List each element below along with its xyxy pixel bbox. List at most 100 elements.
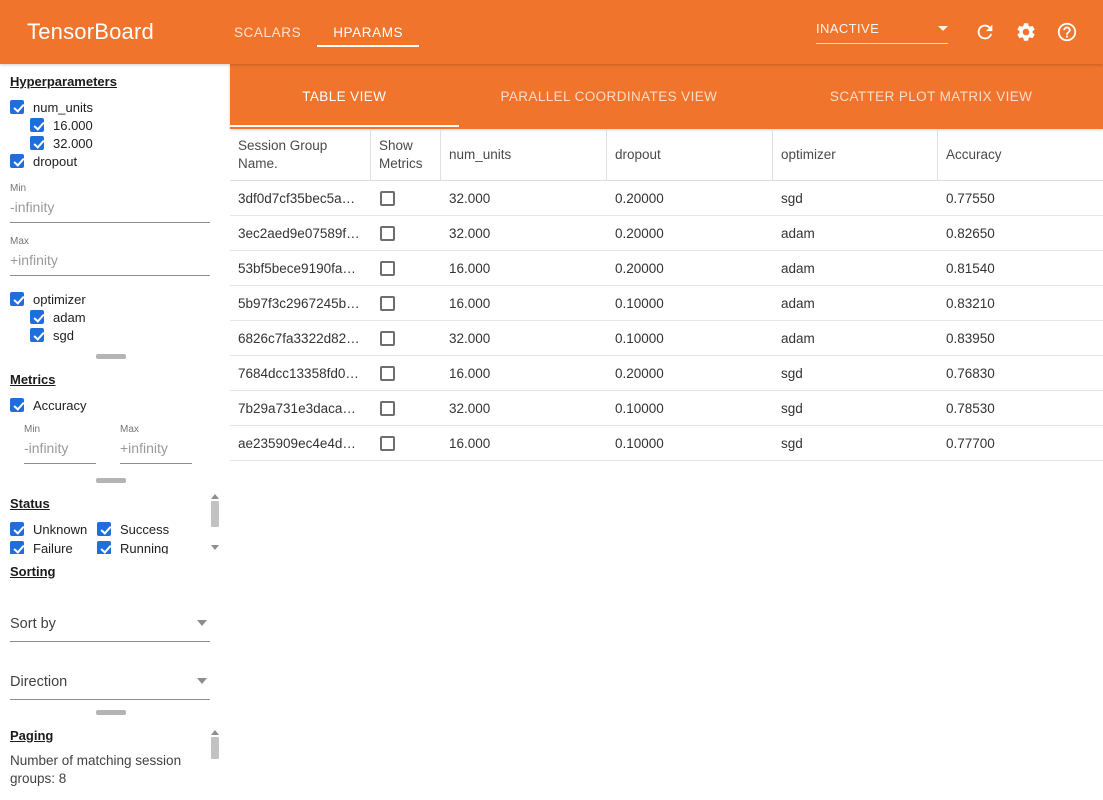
accuracy-checkbox[interactable] [10, 398, 24, 412]
chevron-down-icon [938, 26, 948, 31]
paging-heading: Paging [10, 728, 212, 743]
section-resize-handle[interactable] [0, 350, 222, 362]
hparam-optimizer-row[interactable]: optimizer [10, 290, 212, 308]
metric-max-field: Max [120, 424, 192, 464]
col-session-group-name: Session Group Name. [230, 129, 371, 180]
metric-max-input[interactable] [120, 436, 192, 464]
sort-by-select[interactable]: Sort by [10, 611, 210, 642]
metric-minmax: Min Max [24, 424, 212, 464]
table-body: 3df0d7cf35bec5a… 32.000 0.20000 sgd 0.77… [230, 181, 1103, 461]
show-metrics-checkbox[interactable] [380, 296, 395, 311]
num-units-checkbox[interactable] [10, 100, 24, 114]
value-32-checkbox[interactable] [30, 136, 44, 150]
section-resize-handle[interactable] [0, 706, 222, 718]
table-row[interactable]: 7684dcc13358fd0… 16.000 0.20000 sgd 0.76… [230, 356, 1103, 391]
session-group-name: 7b29a731e3daca… [230, 401, 371, 416]
status-success-row[interactable]: Success [97, 520, 200, 538]
col-dropout: dropout [607, 129, 773, 180]
table-row[interactable]: 6826c7fa3322d82… 32.000 0.10000 adam 0.8… [230, 321, 1103, 356]
optimizer-adam-row[interactable]: adam [30, 308, 212, 326]
sgd-checkbox[interactable] [30, 328, 44, 342]
hparam-num-units-row[interactable]: num_units [10, 98, 212, 116]
chevron-down-icon [197, 678, 207, 684]
show-metrics-checkbox[interactable] [380, 226, 395, 241]
chevron-down-icon [197, 620, 207, 626]
optimizer-label: optimizer [33, 292, 86, 307]
optimizer-value: adam [773, 261, 938, 276]
status-scrollbar[interactable] [210, 492, 220, 552]
help-button[interactable] [1055, 20, 1079, 44]
dropout-checkbox[interactable] [10, 154, 24, 168]
hparam-dropout-row[interactable]: dropout [10, 152, 212, 170]
table-row[interactable]: 3ec2aed9e07589f… 32.000 0.20000 adam 0.8… [230, 216, 1103, 251]
success-checkbox[interactable] [97, 522, 111, 536]
session-group-name: 3df0d7cf35bec5a… [230, 191, 371, 206]
num-units-value: 32.000 [441, 191, 607, 206]
tab-hparams[interactable]: HPARAMS [317, 17, 419, 47]
hyperparameters-heading: Hyperparameters [10, 74, 212, 89]
dropout-value: 0.10000 [607, 401, 773, 416]
paging-section: Paging Number of matching session groups… [0, 718, 222, 794]
show-metrics-checkbox[interactable] [380, 331, 395, 346]
status-heading: Status [10, 496, 212, 511]
session-group-name: 6826c7fa3322d82… [230, 331, 371, 346]
value-16-checkbox[interactable] [30, 118, 44, 132]
accuracy-value: 0.77700 [938, 436, 1103, 451]
tab-scatter-plot-matrix-view[interactable]: SCATTER PLOT MATRIX VIEW [759, 64, 1103, 129]
scroll-up-icon[interactable] [211, 730, 219, 735]
settings-button[interactable] [1014, 20, 1038, 44]
status-failure-row[interactable]: Failure [10, 539, 97, 554]
table-row[interactable]: 5b97f3c2967245b… 16.000 0.10000 adam 0.8… [230, 286, 1103, 321]
num-units-value: 16.000 [441, 296, 607, 311]
unknown-checkbox[interactable] [10, 522, 24, 536]
table-row[interactable]: 3df0d7cf35bec5a… 32.000 0.20000 sgd 0.77… [230, 181, 1103, 216]
refresh-button[interactable] [973, 20, 997, 44]
optimizer-value: sgd [773, 191, 938, 206]
paging-scrollbar[interactable] [210, 728, 220, 772]
tab-table-view[interactable]: TABLE VIEW [230, 64, 459, 129]
dropout-value: 0.20000 [607, 191, 773, 206]
dropout-max-input[interactable] [10, 248, 210, 276]
num-units-label: num_units [33, 100, 93, 115]
num-units-value-16-row[interactable]: 16.000 [30, 116, 212, 134]
optimizer-checkbox[interactable] [10, 292, 24, 306]
dropout-min-input[interactable] [10, 195, 210, 223]
header-tabs: SCALARS HPARAMS [218, 17, 419, 47]
num-units-value-32-row[interactable]: 32.000 [30, 134, 212, 152]
dropout-value: 0.10000 [607, 296, 773, 311]
accuracy-value: 0.81540 [938, 261, 1103, 276]
optimizer-value: adam [773, 226, 938, 241]
tab-parallel-coordinates-view[interactable]: PARALLEL COORDINATES VIEW [459, 64, 760, 129]
failure-label: Failure [33, 541, 73, 555]
scrollbar-thumb[interactable] [211, 737, 219, 759]
show-metrics-checkbox[interactable] [380, 401, 395, 416]
show-metrics-checkbox[interactable] [380, 366, 395, 381]
metric-accuracy-row[interactable]: Accuracy [10, 396, 212, 414]
table-row[interactable]: 53bf5bece9190fa… 16.000 0.20000 adam 0.8… [230, 251, 1103, 286]
section-resize-handle[interactable] [0, 474, 222, 486]
show-metrics-checkbox[interactable] [380, 191, 395, 206]
table-row[interactable]: 7b29a731e3daca… 32.000 0.10000 sgd 0.785… [230, 391, 1103, 426]
direction-select[interactable]: Direction [10, 669, 210, 700]
table-row[interactable]: ae235909ec4e4d… 16.000 0.10000 sgd 0.777… [230, 426, 1103, 461]
metric-min-input[interactable] [24, 436, 96, 464]
status-unknown-row[interactable]: Unknown [10, 520, 97, 538]
tab-scalars[interactable]: SCALARS [218, 17, 317, 47]
running-checkbox[interactable] [97, 541, 111, 554]
scroll-up-icon[interactable] [211, 494, 219, 499]
gear-icon [1015, 21, 1037, 43]
failure-checkbox[interactable] [10, 541, 24, 554]
accuracy-value: 0.83210 [938, 296, 1103, 311]
show-metrics-checkbox[interactable] [380, 261, 395, 276]
session-group-name: ae235909ec4e4d… [230, 436, 371, 451]
show-metrics-checkbox[interactable] [380, 436, 395, 451]
dropout-value: 0.20000 [607, 261, 773, 276]
adam-checkbox[interactable] [30, 310, 44, 324]
scroll-down-icon[interactable] [211, 545, 219, 550]
scrollbar-thumb[interactable] [211, 501, 219, 527]
run-status-select[interactable]: INACTIVE [816, 21, 948, 44]
optimizer-value: sgd [773, 436, 938, 451]
optimizer-sgd-row[interactable]: sgd [30, 326, 212, 344]
status-running-row[interactable]: Running [97, 539, 200, 554]
sort-by-value: Sort by [10, 616, 56, 632]
